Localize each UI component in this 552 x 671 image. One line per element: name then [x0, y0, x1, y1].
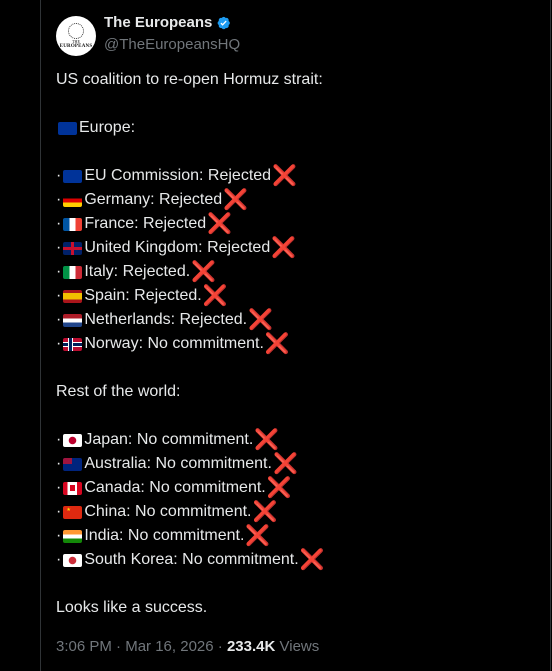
meta-separator: ·: [217, 638, 223, 655]
in-flag-icon: [63, 529, 83, 543]
cross-mark-icon: ❌: [272, 165, 297, 187]
eu-flag-icon: [58, 121, 77, 135]
bullet: ·: [56, 287, 62, 304]
rest-item-au: · Australia: No commitment. ❌: [56, 452, 325, 476]
avatar[interactable]: THE EUROPEANS: [56, 16, 96, 56]
europe-item-it: · Italy: Rejected. ❌: [56, 260, 325, 284]
cross-mark-icon: ❌: [271, 237, 297, 259]
author-handle[interactable]: @TheEuropeansHQ: [104, 36, 240, 53]
europe-item-uk: · United Kingdom: Rejected ❌: [56, 236, 325, 260]
kr-flag-icon: [63, 553, 83, 567]
post-date[interactable]: Mar 16, 2026: [125, 638, 213, 655]
cross-mark-icon: ❌: [254, 429, 280, 451]
au-flag-icon: [63, 457, 83, 471]
europe-heading-line: Europe:: [56, 116, 325, 140]
rest-item-kr: · South Korea: No commitment. ❌: [56, 548, 325, 572]
bullet: ·: [56, 455, 62, 472]
europe-item-text: France: Rejected: [84, 215, 207, 232]
bullet: ·: [56, 167, 62, 184]
europe-item-text: Spain: Rejected.: [84, 287, 202, 304]
europe-item-text: United Kingdom: Rejected: [84, 239, 271, 256]
europe-list: · EU Commission: Rejected ❌ · Germany: Rejec…: [56, 164, 325, 356]
europe-item-text: Norway: No commitment.: [84, 335, 264, 352]
bullet: ·: [56, 479, 62, 496]
europe-item-fr: · France: Rejected ❌: [56, 212, 325, 236]
author-name[interactable]: The Europeans: [104, 14, 231, 31]
cross-mark-icon: ❌: [191, 261, 217, 283]
meta-separator: ·: [116, 638, 122, 655]
europe-item-text: EU Commission: Rejected: [84, 167, 272, 184]
cross-mark-icon: ❌: [252, 501, 278, 523]
europe-item-de: · Germany: Rejected ❌: [56, 188, 325, 212]
it-flag-icon: [63, 265, 83, 279]
bullet: ·: [56, 311, 62, 328]
bullet: ·: [56, 239, 62, 256]
de-flag-icon: [63, 193, 83, 207]
europe-item-es: · Spain: Rejected. ❌: [56, 284, 325, 308]
closing-line: Looks like a success.: [56, 599, 208, 616]
bullet: ·: [56, 263, 62, 280]
jp-flag-icon: [63, 433, 83, 447]
rest-item-in: · India: No commitment. ❌: [56, 524, 325, 548]
fr-flag-icon: [63, 217, 83, 231]
bullet: ·: [56, 551, 62, 568]
post-body: US coalition to re-open Hormuz strait: E…: [56, 68, 325, 620]
europe-item-text: Netherlands: Rejected.: [84, 311, 248, 328]
bullet: ·: [56, 335, 62, 352]
es-flag-icon: [63, 289, 83, 303]
cross-mark-icon: ❌: [266, 477, 292, 499]
author-name-text: The Europeans: [104, 14, 213, 31]
bullet: ·: [56, 431, 62, 448]
rest-item-text: Australia: No commitment.: [84, 455, 272, 472]
rest-item-text: Japan: No commitment.: [84, 431, 254, 448]
rest-item-jp: · Japan: No commitment. ❌: [56, 428, 325, 452]
bullet: ·: [56, 527, 62, 544]
views-label: Views: [279, 638, 320, 655]
bullet: ·: [56, 191, 62, 208]
rest-item-text: India: No commitment.: [84, 527, 245, 544]
bullet: ·: [56, 215, 62, 232]
post-meta: 3:06 PM · Mar 16, 2026 · 233.4K Views: [56, 638, 319, 655]
no-flag-icon: [63, 337, 83, 351]
rest-item-text: China: No commitment.: [84, 503, 252, 520]
nl-flag-icon: [63, 313, 83, 327]
cn-flag-icon: ★: [63, 505, 83, 519]
post-time[interactable]: 3:06 PM: [56, 638, 112, 655]
uk-flag-icon: [63, 241, 83, 255]
eu-stars-icon: [68, 23, 84, 39]
cross-mark-icon: ❌: [264, 333, 290, 355]
cross-mark-icon: ❌: [207, 213, 233, 235]
rest-item-text: Canada: No commitment.: [84, 479, 266, 496]
rest-item-ca: · Canada: No commitment. ❌: [56, 476, 325, 500]
verified-badge-icon: [217, 16, 231, 29]
cross-mark-icon: ❌: [248, 309, 273, 331]
cross-mark-icon: ❌: [223, 189, 249, 211]
ca-flag-icon: [63, 481, 83, 495]
cross-mark-icon: ❌: [272, 453, 298, 475]
europe-item-nl: · Netherlands: Rejected. ❌: [56, 308, 325, 332]
europe-heading: Europe:: [79, 119, 136, 136]
europe-item-no: · Norway: No commitment. ❌: [56, 332, 325, 356]
cross-mark-icon: ❌: [202, 285, 228, 307]
rest-item-text: South Korea: No commitment.: [84, 551, 299, 568]
europe-item-eu: · EU Commission: Rejected ❌: [56, 164, 325, 188]
views-count: 233.4K: [226, 638, 276, 655]
cross-mark-icon: ❌: [245, 525, 271, 547]
bullet: ·: [56, 503, 62, 520]
rest-list: · Japan: No commitment. ❌ · Australia: No co…: [56, 428, 325, 572]
rest-item-cn: · ★ China: No commitment. ❌: [56, 500, 325, 524]
cross-mark-icon: ❌: [299, 549, 325, 571]
eu-flag-icon: [63, 169, 83, 183]
avatar-text-bottom: EUROPEANS: [59, 44, 93, 49]
post-title: US coalition to re-open Hormuz strait:: [56, 71, 323, 88]
europe-item-text: Italy: Rejected.: [84, 263, 191, 280]
rest-heading: Rest of the world:: [56, 383, 181, 400]
europe-item-text: Germany: Rejected: [84, 191, 223, 208]
